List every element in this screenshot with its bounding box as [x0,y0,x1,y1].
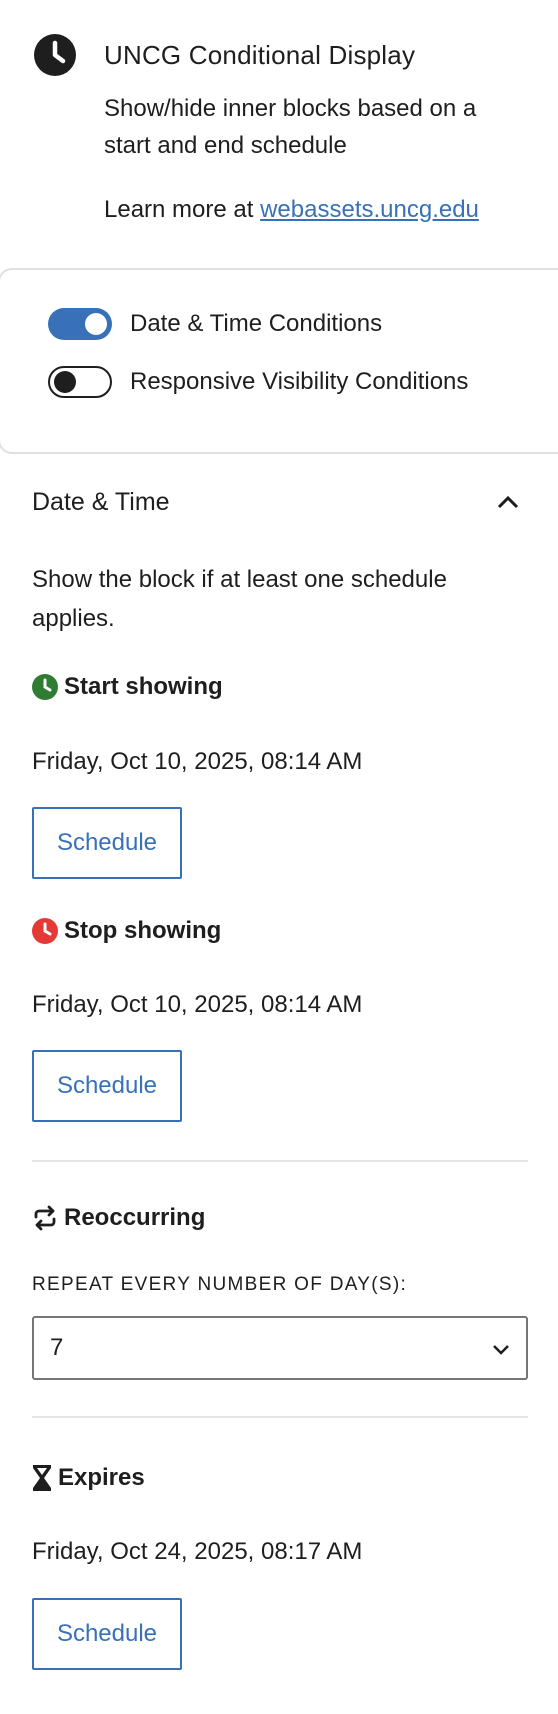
clock-icon [34,34,76,76]
reoccurring-heading: Reoccurring [32,1204,205,1232]
start-showing-value: Friday, Oct 10, 2025, 08:14 AM [32,748,363,775]
panel-title: Date & Time [32,487,170,516]
toggle-label: Responsive Visibility Conditions [130,368,469,395]
panel-header[interactable]: Date & Time [32,480,528,524]
expires-heading: Expires [32,1464,145,1492]
toggle-label: Date & Time Conditions [130,310,383,337]
expires-schedule-button[interactable]: Schedule [32,1598,182,1670]
date-time-panel: Date & Time [32,480,528,524]
learn-more-prefix: Learn more at [104,196,261,223]
block-title: UNCG Conditional Display [104,40,416,70]
start-showing-label: Start showing [64,673,223,700]
divider [32,1160,528,1162]
toggle-row-responsive[interactable]: Responsive Visibility Conditions [48,366,468,398]
repeat-days-label: Repeat every number of day(s): [32,1274,408,1295]
repeat-days-select[interactable]: 7 [32,1316,528,1380]
reoccurring-label: Reoccurring [64,1204,206,1231]
block-description: Show/hide inner blocks based on a start … [104,95,477,159]
learn-more-text: Learn more at webassets.uncg.edu [104,196,479,224]
expires-value: Friday, Oct 24, 2025, 08:17 AM [32,1538,363,1565]
chevron-up-icon[interactable] [488,482,528,522]
stop-clock-icon [32,918,58,944]
date-time-conditions-toggle[interactable] [48,308,112,340]
start-schedule-button[interactable]: Schedule [32,807,182,879]
stop-showing-label: Stop showing [64,917,222,944]
stop-schedule-button[interactable]: Schedule [32,1050,182,1122]
hourglass-icon [33,1465,51,1491]
stop-showing-value: Friday, Oct 10, 2025, 08:14 AM [32,991,363,1018]
expires-label: Expires [58,1464,145,1491]
toggle-row-date-time[interactable]: Date & Time Conditions [48,308,382,340]
repeat-icon [34,1205,56,1231]
repeat-days-value: 7 [50,1334,64,1361]
responsive-visibility-toggle[interactable] [48,366,112,398]
divider [32,1416,528,1418]
learn-more-link[interactable]: webassets.uncg.edu [260,196,479,223]
toggle-knob [85,313,107,335]
stop-showing-heading: Stop showing [32,917,221,945]
start-clock-icon [32,674,58,700]
block-card: UNCG Conditional Display Show/hide inner… [0,0,558,268]
chevron-down-icon [492,1334,510,1362]
conditions-toggles-panel: Date & Time Conditions Responsive Visibi… [0,268,558,454]
start-showing-heading: Start showing [32,673,223,701]
panel-help-text: Show the block if at least one schedule … [32,566,447,632]
toggle-knob [54,371,76,393]
